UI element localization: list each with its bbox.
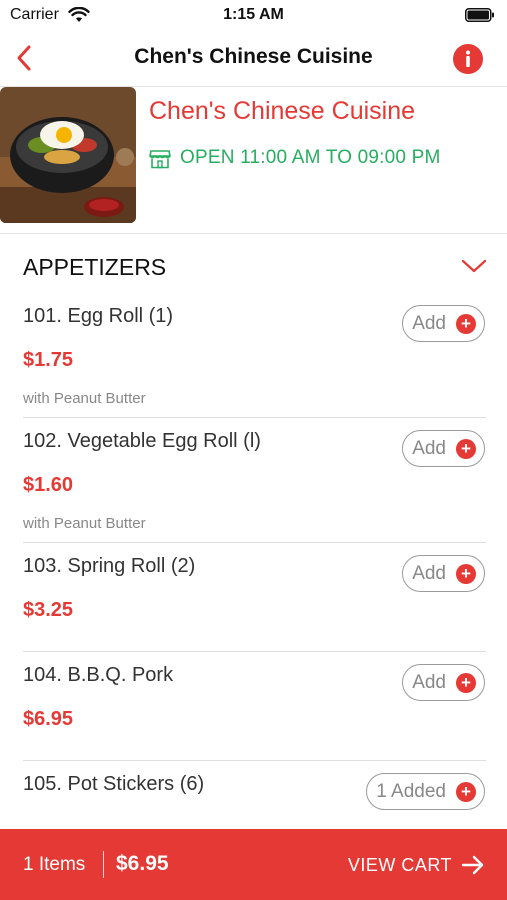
item-divider [23,417,486,418]
item-price: $3.25 [23,599,74,621]
item-name: 104. B.B.Q. Pork [23,664,174,686]
cart-bar[interactable]: 1 Items $6.95 VIEW CART [0,829,507,900]
item-name: 103. Spring Roll (2) [23,555,196,577]
navigation-bar: Chen's Chinese Cuisine [0,30,507,87]
restaurant-name: Chen's Chinese Cuisine [149,97,416,125]
menu-item: 103. Spring Roll (2) $3.25 Add + [0,555,507,651]
category-header-appetizers[interactable]: APPETIZERS [0,240,507,292]
opening-hours: OPEN 11:00 AM TO 09:00 PM [180,147,441,168]
section-divider [0,233,507,234]
add-button-label: Add [412,312,446,334]
status-bar: Carrier 1:15 AM [0,0,507,30]
restaurant-photo [0,87,136,223]
plus-icon: + [456,563,476,584]
battery-icon [465,8,494,22]
store-icon [149,150,171,169]
page-title: Chen's Chinese Cuisine [134,45,373,68]
add-button-label: Add [412,562,446,584]
add-button[interactable]: Add + [402,305,485,342]
restaurant-header: Chen's Chinese Cuisine OPEN 11:00 AM TO … [0,87,507,234]
chevron-left-icon [17,45,31,71]
plus-icon: + [456,313,476,334]
plus-icon: + [456,781,476,802]
menu-item: 102. Vegetable Egg Roll (l) $1.60 with P… [0,430,507,542]
menu-item: 101. Egg Roll (1) $1.75 with Peanut Butt… [0,305,507,417]
item-price: $1.60 [23,474,74,496]
arrow-right-icon[interactable] [461,854,485,876]
item-price: $6.95 [23,708,74,730]
item-name: 101. Egg Roll (1) [23,305,174,327]
item-name: 102. Vegetable Egg Roll (l) [23,430,261,452]
item-description: with Peanut Butter [23,390,146,407]
item-divider [23,651,486,652]
back-button[interactable] [6,40,42,76]
cart-total: $6.95 [116,852,169,875]
category-title: APPETIZERS [23,254,167,280]
chevron-down-icon[interactable] [461,258,487,274]
cart-divider [103,851,104,878]
add-button[interactable]: Add + [402,555,485,592]
item-description: with Peanut Butter [23,515,146,532]
plus-icon: + [456,672,476,693]
view-cart-button[interactable]: VIEW CART [348,855,452,876]
info-icon[interactable] [452,43,484,75]
menu-item: 104. B.B.Q. Pork $6.95 Add + [0,664,507,760]
add-button[interactable]: Add + [402,664,485,701]
item-name: 105. Pot Stickers (6) [23,773,205,795]
add-button-label: 1 Added [376,780,446,802]
item-price: $1.75 [23,349,74,371]
status-time: 1:15 AM [223,6,284,23]
item-divider [23,542,486,543]
item-divider [23,760,486,761]
menu-item: 105. Pot Stickers (6) 1 Added + [0,773,507,829]
add-button[interactable]: Add + [402,430,485,467]
plus-icon: + [456,438,476,459]
cart-item-count: 1 Items [23,854,86,875]
add-button-label: Add [412,671,446,693]
add-button-label: Add [412,437,446,459]
added-button[interactable]: 1 Added + [366,773,485,810]
